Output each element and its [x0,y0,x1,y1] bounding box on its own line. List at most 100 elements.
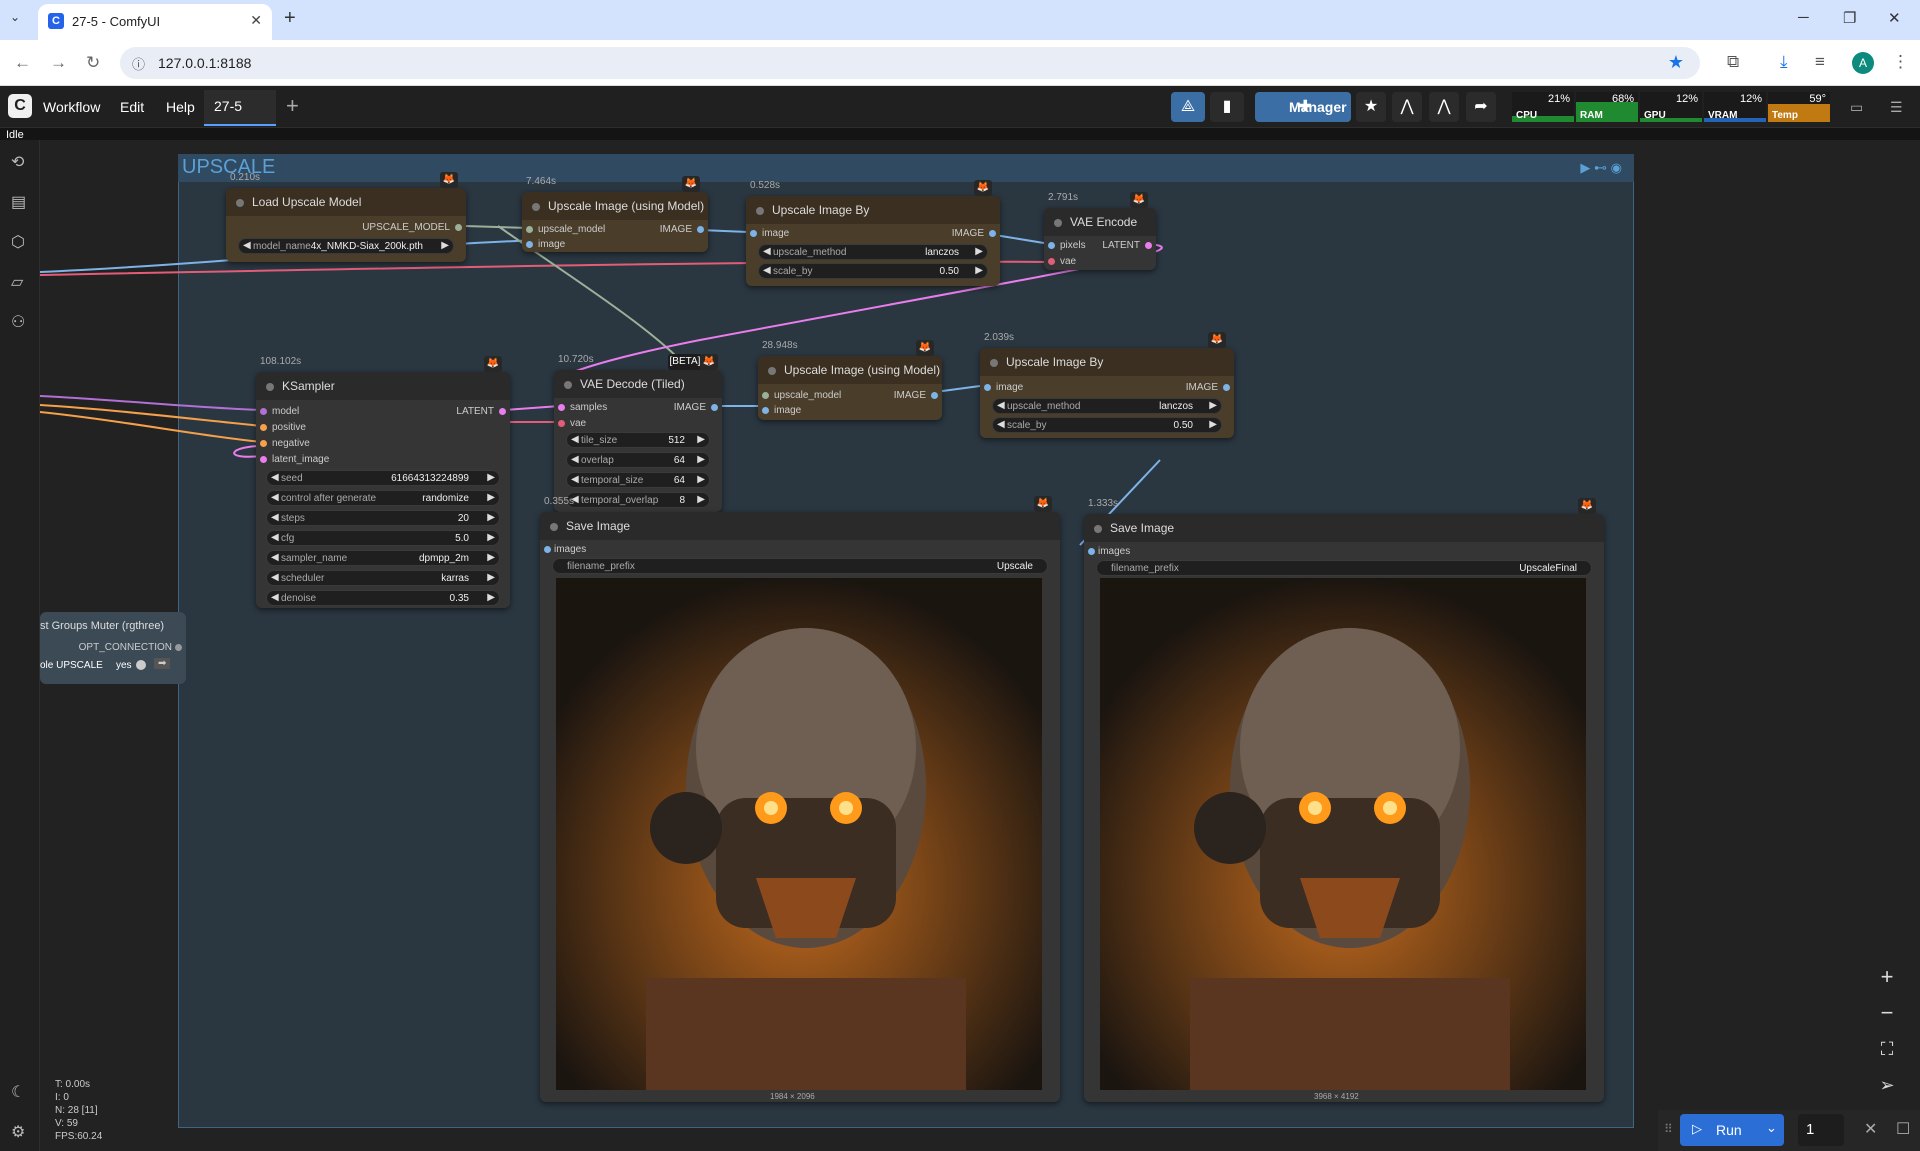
filename-prefix-widget[interactable]: filename_prefix Upscale [552,558,1048,574]
input-slot-dot[interactable] [558,404,565,411]
input-slot-dot[interactable] [558,420,565,427]
node-upscale-image-by-1[interactable]: 0.528s Upscale Image By 🦊 image IMAGE ◀ u… [746,180,1000,286]
left-arrow-icon[interactable]: ◀ [271,492,279,503]
batch-count-input[interactable]: 1 [1798,1114,1844,1146]
left-arrow-icon[interactable]: ◀ [243,240,251,251]
tile-size-widget[interactable]: ◀ tile_size 512 ▶ [566,432,710,448]
right-arrow-icon[interactable]: ▶ [697,434,705,445]
model-name-widget[interactable]: ◀ model_name 4x_NMKD-Siax_200k.pth ▶ [238,238,454,254]
toggle-switch[interactable] [136,660,146,670]
right-arrow-icon[interactable]: ▶ [487,472,495,483]
right-arrow-icon[interactable]: ▶ [1209,400,1217,411]
node-save-image-2[interactable]: 1.333s Save Image 🦊 images filename_pref… [1084,498,1604,1102]
collapse-dot-icon[interactable] [550,523,558,531]
zoom-in-icon[interactable]: + [1872,962,1902,992]
node-save-image-1[interactable]: 0.355s Save Image 🦊 images filename_pref… [540,496,1060,1102]
cfg-widget[interactable]: ◀ cfg 5.0 ▶ [266,530,500,546]
steps-widget[interactable]: ◀ steps 20 ▶ [266,510,500,526]
right-arrow-icon[interactable]: ▶ [975,246,983,257]
output-slot-dot[interactable] [455,224,462,231]
upscale-method-widget[interactable]: ◀ upscale_method lanczos ▶ [992,398,1222,414]
output-slot-dot[interactable] [1223,384,1230,391]
temporal-size-widget[interactable]: ◀ temporal_size 64 ▶ [566,472,710,488]
node-header[interactable]: Load Upscale Model [226,188,466,216]
node-header[interactable]: Save Image [540,512,1060,540]
output-slot-dot[interactable] [1145,242,1152,249]
output-slot-dot[interactable] [711,404,718,411]
node-header[interactable]: Upscale Image By [746,196,1000,224]
input-slot-dot[interactable] [1048,258,1055,265]
fit-view-icon[interactable]: ⛶ [1872,1034,1902,1064]
output-slot-dot[interactable] [499,408,506,415]
input-slot-dot[interactable] [526,241,533,248]
left-arrow-icon[interactable]: ◀ [571,454,579,465]
node-groups-muter[interactable]: st Groups Muter (rgthree) OPT_CONNECTION… [40,612,186,684]
right-arrow-icon[interactable]: ▶ [697,494,705,505]
scheduler-widget[interactable]: ◀ scheduler karras ▶ [266,570,500,586]
output-slot-dot[interactable] [697,226,704,233]
left-arrow-icon[interactable]: ◀ [997,419,1005,430]
collapse-dot-icon[interactable] [756,207,764,215]
scale-by-widget[interactable]: ◀ scale_by 0.50 ▶ [758,263,988,279]
input-slot-dot[interactable] [260,456,267,463]
right-arrow-icon[interactable]: ▶ [487,572,495,583]
collapse-dot-icon[interactable] [990,359,998,367]
right-arrow-icon[interactable]: ▶ [975,265,983,276]
right-arrow-icon[interactable]: ▶ [487,512,495,523]
node-header[interactable]: Upscale Image By [980,348,1234,376]
right-arrow-icon[interactable]: ▶ [487,492,495,503]
input-slot-dot[interactable] [544,546,551,553]
node-load-upscale-model[interactable]: 0.210s Load Upscale Model 🦊 UPSCALE_MODE… [226,172,466,262]
pointer-mode-icon[interactable]: ➢ [1872,1070,1902,1100]
right-arrow-icon[interactable]: ▶ [487,592,495,603]
output-image-preview[interactable] [556,578,1042,1090]
input-slot-dot[interactable] [762,407,769,414]
navigate-arrow-icon[interactable]: ➡ [154,658,171,669]
left-arrow-icon[interactable]: ◀ [763,246,771,257]
filename-prefix-widget[interactable]: filename_prefix UpscaleFinal [1096,560,1592,576]
input-slot-dot[interactable] [260,440,267,447]
collapse-dot-icon[interactable] [564,381,572,389]
input-slot-dot[interactable] [750,230,757,237]
collapse-dot-icon[interactable] [266,383,274,391]
node-upscale-image-by-2[interactable]: 2.039s Upscale Image By 🦊 image IMAGE ◀ u… [980,332,1234,438]
input-slot-dot[interactable] [260,408,267,415]
input-slot-dot[interactable] [762,392,769,399]
run-button[interactable]: ▷ Run ⌄ [1680,1114,1784,1146]
collapse-dot-icon[interactable] [236,199,244,207]
node-header[interactable]: Save Image [1084,514,1604,542]
control-after-generate-widget[interactable]: ◀ control after generate randomize ▶ [266,490,500,506]
upscale-method-widget[interactable]: ◀ upscale_method lanczos ▶ [758,244,988,260]
collapse-dot-icon[interactable] [1054,219,1062,227]
left-arrow-icon[interactable]: ◀ [271,592,279,603]
left-arrow-icon[interactable]: ◀ [997,400,1005,411]
left-arrow-icon[interactable]: ◀ [763,265,771,276]
scale-by-widget[interactable]: ◀ scale_by 0.50 ▶ [992,417,1222,433]
temporal-overlap-widget[interactable]: ◀ temporal_overlap 8 ▶ [566,492,710,508]
right-arrow-icon[interactable]: ▶ [487,532,495,543]
node-upscale-image-model-1[interactable]: 7.464s Upscale Image (using Model) 🦊 ups… [522,176,708,252]
left-arrow-icon[interactable]: ◀ [571,434,579,445]
left-arrow-icon[interactable]: ◀ [271,512,279,523]
output-image-preview[interactable] [1100,578,1586,1090]
node-header[interactable]: KSampler [256,372,510,400]
input-slot-dot[interactable] [260,424,267,431]
output-slot-dot[interactable] [175,644,182,651]
collapse-dot-icon[interactable] [768,367,776,375]
right-arrow-icon[interactable]: ▶ [1209,419,1217,430]
output-slot-dot[interactable] [931,392,938,399]
input-slot-dot[interactable] [1048,242,1055,249]
right-arrow-icon[interactable]: ▶ [697,474,705,485]
input-slot-dot[interactable] [1088,548,1095,555]
node-vae-encode[interactable]: 2.791s VAE Encode 🦊 pixels vae LATENT [1044,192,1156,270]
collapse-dot-icon[interactable] [1094,525,1102,533]
node-header[interactable]: Upscale Image (using Model) [522,192,708,220]
left-arrow-icon[interactable]: ◀ [271,572,279,583]
right-arrow-icon[interactable]: ▶ [487,552,495,563]
denoise-widget[interactable]: ◀ denoise 0.35 ▶ [266,590,500,606]
node-header[interactable]: VAE Decode (Tiled) [554,370,722,398]
node-ksampler[interactable]: 108.102s KSampler 🦊 model positive negat… [256,356,510,608]
node-header[interactable]: Upscale Image (using Model) [758,356,942,384]
node-vae-decode-tiled[interactable]: 10.720s VAE Decode (Tiled) [BETA] 🦊 samp… [554,354,722,512]
right-arrow-icon[interactable]: ▶ [697,454,705,465]
